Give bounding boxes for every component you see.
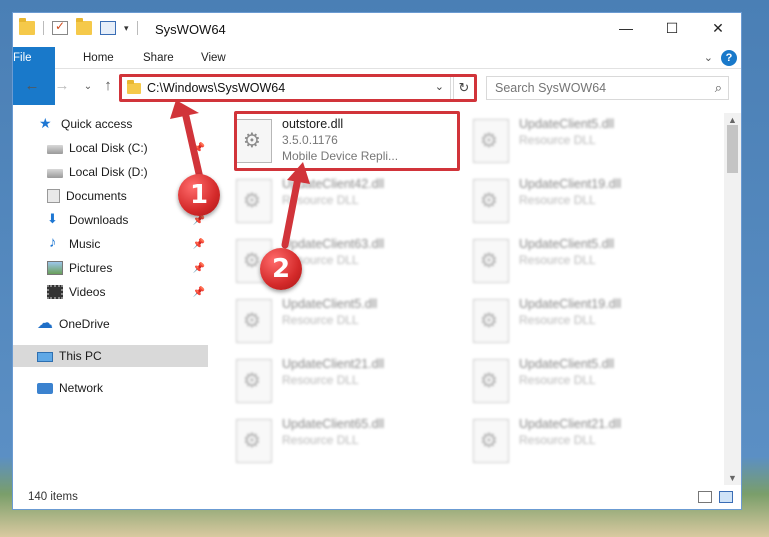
annotation-marker-1: 1 — [178, 174, 220, 216]
arrow-2-shaft — [281, 174, 302, 249]
arrow-1-shaft — [181, 108, 204, 182]
arrow-2-head — [287, 162, 310, 184]
annotation-arrows — [170, 100, 310, 249]
annotation-marker-2: 2 — [260, 248, 302, 290]
